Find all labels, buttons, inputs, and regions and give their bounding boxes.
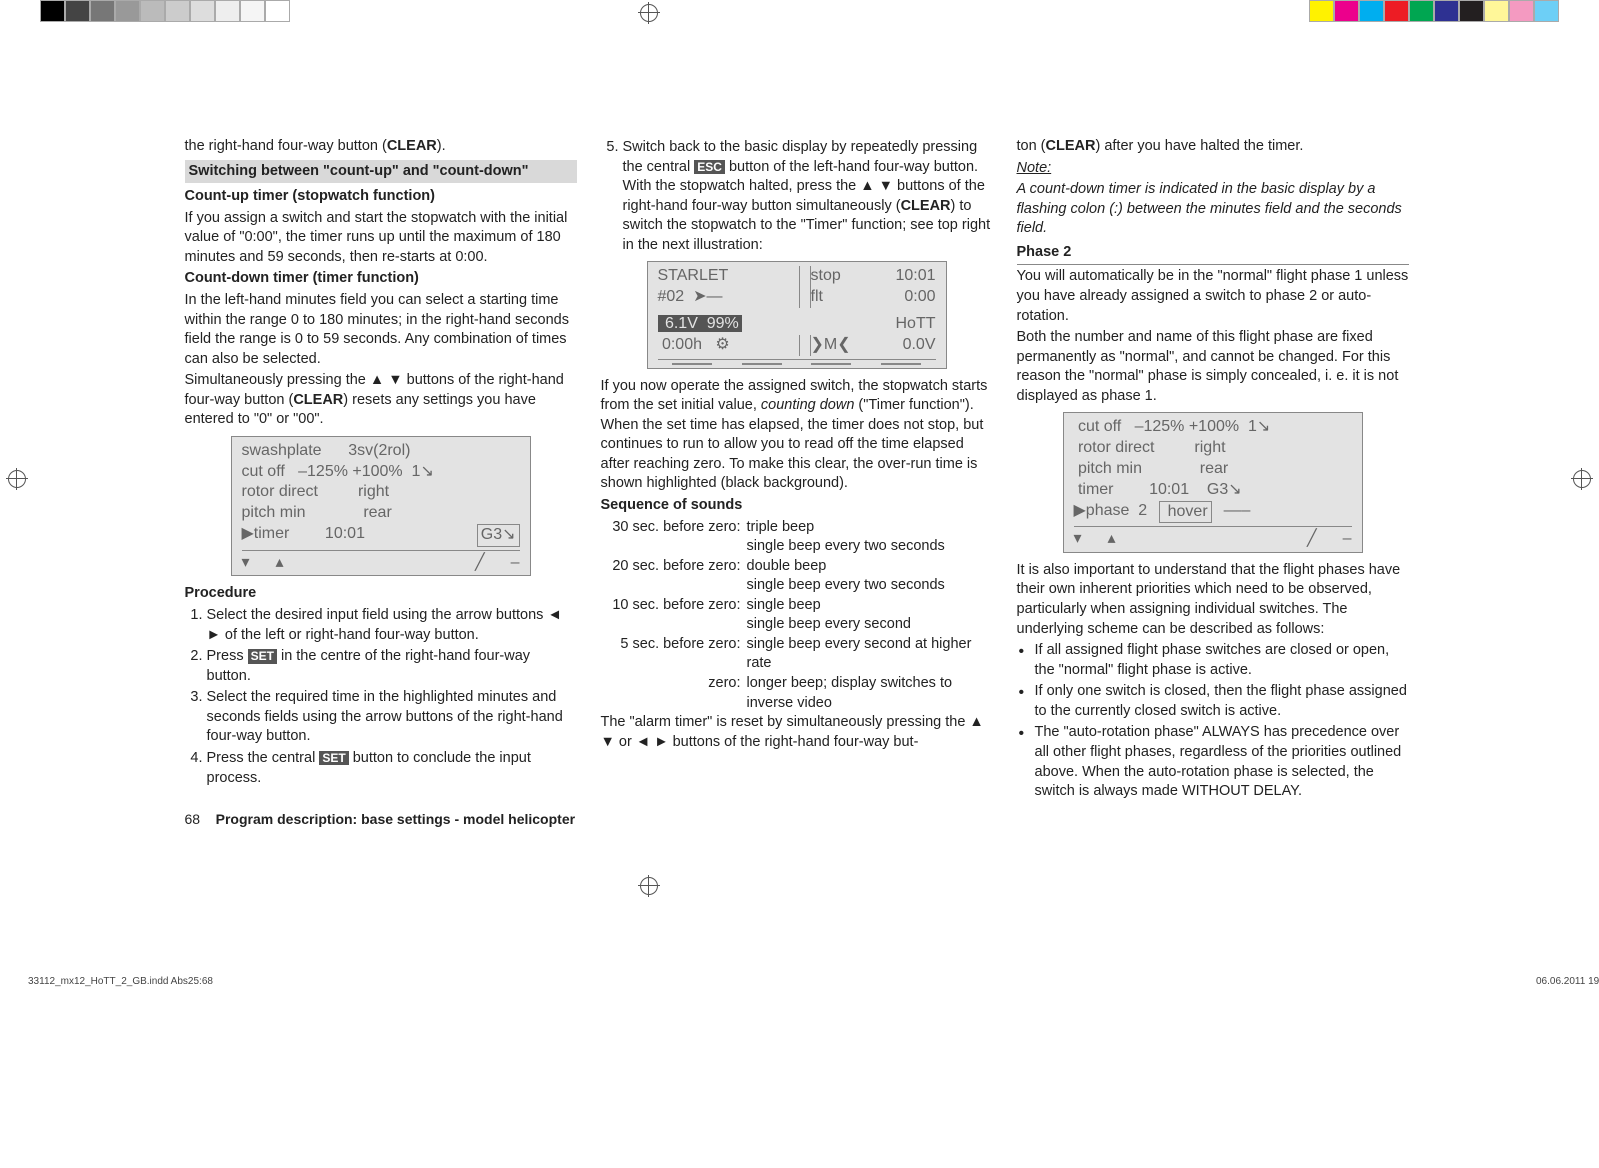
up-arrow-icon: ▴ [1108, 528, 1116, 550]
list-item: If only one switch is closed, then the f… [1017, 682, 1409, 721]
section-band: Switching between "count-up" and "count-… [185, 160, 577, 184]
tick-icon: ╱ [475, 552, 485, 574]
timestamp: 06.06.2011 19:39:38 [1536, 975, 1599, 989]
dash-icon: – [511, 552, 520, 574]
priority-list: If all assigned flight phase switches ar… [1017, 641, 1409, 802]
registration-mark-icon [640, 877, 658, 895]
lcd-panel-2: STARLET stop 10:01 #02 ➤― flt 0:00 6.1V … [647, 261, 947, 368]
dash-icon: – [1343, 528, 1352, 550]
column-3: ton (CLEAR) after you have halted the ti… [1017, 137, 1409, 804]
registration-mark-icon [8, 470, 26, 488]
registration-mark-icon [640, 4, 658, 22]
down-arrow-icon: ▾ [242, 552, 250, 574]
list-item: Select the required time in the highligh… [207, 688, 577, 747]
heading-count-up: Count-up timer (stopwatch function) [185, 187, 577, 207]
heading-sounds: Sequence of sounds [601, 496, 993, 516]
text: In the left-hand minutes field you can s… [185, 291, 577, 369]
text: the right-hand four-way button (CLEAR). [185, 137, 577, 157]
tick-icon: ╱ [1307, 528, 1317, 550]
text: It is also important to understand that … [1017, 561, 1409, 639]
list-item: If all assigned flight phase switches ar… [1017, 641, 1409, 680]
lcd-panel-1: swashplate 3sv(2rol) cut off –125% +100%… [231, 436, 531, 577]
heading-procedure: Procedure [185, 584, 577, 604]
set-label: SET [319, 751, 348, 765]
procedure-list: Select the desired input field using the… [185, 606, 577, 788]
print-color-bars [0, 0, 1599, 22]
list-item: Switch back to the basic display by repe… [623, 138, 993, 255]
page-content: the right-hand four-way button (CLEAR). … [185, 137, 1415, 804]
text: Both the number and name of this flight … [1017, 328, 1409, 406]
up-arrow-icon: ▴ [276, 552, 284, 574]
text: You will automatically be in the "normal… [1017, 267, 1409, 326]
set-label: SET [248, 649, 277, 663]
sounds-table: 30 sec. before zero:triple beep single b… [601, 518, 993, 714]
print-meta: 33112_mx12_HoTT_2_GB.indd Abs25:68 06.06… [28, 975, 1599, 989]
page-number: 68 [185, 811, 201, 827]
file-info: 33112_mx12_HoTT_2_GB.indd Abs25:68 [28, 975, 213, 989]
heading-phase-2: Phase 2 [1017, 243, 1409, 266]
down-arrow-icon: ▾ [1074, 528, 1082, 550]
column-1: the right-hand four-way button (CLEAR). … [185, 137, 577, 804]
page-footer: 68 Program description: base settings - … [185, 810, 1415, 829]
text: Simultaneously pressing the ▲ ▼ buttons … [185, 371, 577, 430]
text: The "alarm timer" is reset by simultaneo… [601, 713, 993, 752]
note-text: A count-down timer is indicated in the b… [1017, 180, 1409, 239]
footer-title: Program description: base settings - mod… [216, 811, 575, 827]
list-item: Select the desired input field using the… [207, 606, 577, 645]
note-heading: Note: [1017, 159, 1409, 179]
registration-mark-icon [1573, 470, 1591, 488]
lcd-panel-3: cut off –125% +100% 1↘ rotor direct righ… [1063, 412, 1363, 553]
text: If you now operate the assigned switch, … [601, 377, 993, 494]
heading-count-down: Count-down timer (timer function) [185, 269, 577, 289]
procedure-list-cont: Switch back to the basic display by repe… [601, 138, 993, 255]
text: ton (CLEAR) after you have halted the ti… [1017, 137, 1409, 157]
text: If you assign a switch and start the sto… [185, 209, 577, 268]
esc-label: ESC [694, 160, 725, 174]
list-item: Press SET in the centre of the right-han… [207, 647, 577, 686]
list-item: The "auto-rotation phase" ALWAYS has pre… [1017, 723, 1409, 801]
column-2: Switch back to the basic display by repe… [601, 137, 993, 804]
list-item: Press the central SET button to conclude… [207, 749, 577, 788]
